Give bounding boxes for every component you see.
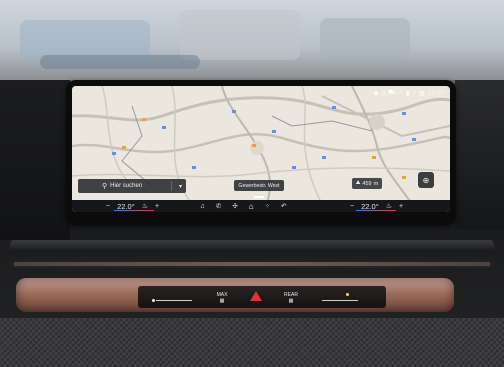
dashboard-grille <box>0 318 504 367</box>
bmw-logo-icon: ◉ <box>373 90 379 97</box>
altitude-indicator: ⛰ 459 m <box>352 178 382 189</box>
bottom-control-bar: − 22.0° ♨ + ♫ ✆ ✣ ⌂ ⁘ ↶ − 22.0° ♨ + <box>72 200 450 212</box>
clock: 10:49 <box>427 89 444 97</box>
signal-icon: ▥ <box>419 90 425 97</box>
apps-icon[interactable]: ⁘ <box>265 202 270 210</box>
mountain-icon: ⛰ <box>355 180 361 186</box>
phone-icon: ▯ <box>381 90 386 97</box>
infotainment-screen: ◉ ▯ ⛟ ♫ ▮ ◔ ▥ 10:49 ⚲ Hier suchen ▾ Gewe… <box>72 86 450 212</box>
temp-left-decrease-button[interactable]: − <box>106 203 110 210</box>
search-icon: ⚲ <box>102 183 108 190</box>
left-temp-slider[interactable] <box>156 300 192 301</box>
sd-card-icon: ▮ <box>406 90 410 97</box>
search-input[interactable]: Hier suchen <box>110 183 142 189</box>
car-icon: ⛟ <box>388 90 396 96</box>
current-street-label: Gewerbestr. West <box>234 180 284 191</box>
fan-icon[interactable]: ✣ <box>232 202 237 210</box>
music-icon[interactable]: ♫ <box>200 203 205 210</box>
home-icon[interactable]: ⌂ <box>249 202 254 211</box>
seat-heat-left-icon[interactable]: ♨ <box>142 202 148 210</box>
back-icon[interactable]: ↶ <box>281 202 286 210</box>
divider <box>171 181 172 191</box>
altitude-value: 459 <box>362 180 372 187</box>
right-temp-slider[interactable] <box>322 300 358 301</box>
hazard-button[interactable] <box>250 291 262 301</box>
active-page-indicator <box>254 196 264 198</box>
max-label: MAX <box>216 292 228 298</box>
temp-right-gradient <box>356 210 396 211</box>
ambient-light-strip <box>14 262 490 266</box>
wifi-icon: ◔ <box>412 90 417 96</box>
left-slider-knob[interactable] <box>152 299 155 302</box>
max-defrost-button[interactable]: MAX ▦ <box>214 292 230 304</box>
main-nav: ♫ ✆ ✣ ⌂ ⁘ ↶ <box>200 200 287 212</box>
dashboard-left <box>0 80 70 240</box>
control-strip <box>138 286 386 308</box>
seat-heat-right-icon[interactable]: ♨ <box>386 202 392 210</box>
right-slider-knob[interactable] <box>346 293 349 296</box>
temp-right-decrease-button[interactable]: − <box>350 203 354 210</box>
search-bar[interactable]: ⚲ Hier suchen ▾ <box>78 179 186 193</box>
chevron-down-icon[interactable]: ▾ <box>179 183 182 190</box>
dashboard-right <box>455 80 504 230</box>
music-note-icon: ♫ <box>398 90 404 96</box>
locate-icon[interactable]: ⊕ <box>418 172 434 188</box>
temp-left-gradient <box>114 210 154 211</box>
windshield-background <box>0 0 504 80</box>
rear-label: REAR <box>284 292 298 298</box>
status-bar: ◉ ▯ ⛟ ♫ ▮ ◔ ▥ 10:49 <box>373 88 444 98</box>
phone-icon[interactable]: ✆ <box>216 202 221 210</box>
rear-defrost-button[interactable]: REAR ▦ <box>282 292 300 304</box>
altitude-unit: m <box>373 180 379 187</box>
temp-left-increase-button[interactable]: + <box>155 203 159 210</box>
temp-right-increase-button[interactable]: + <box>399 203 403 210</box>
